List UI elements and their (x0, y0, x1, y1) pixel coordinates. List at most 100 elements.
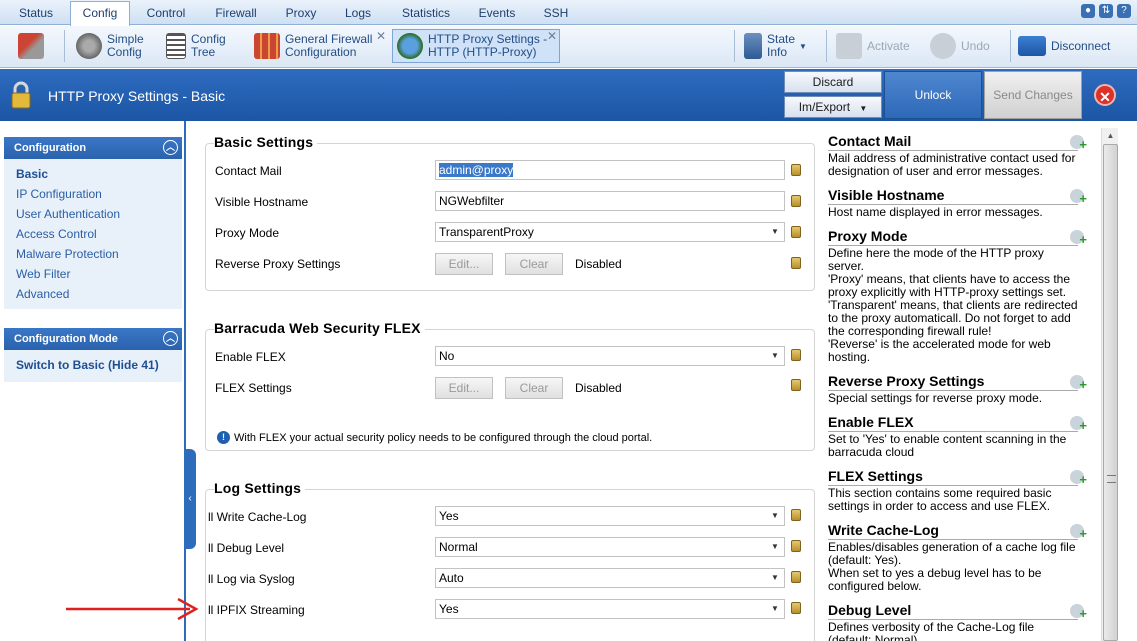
lock-icon[interactable] (791, 257, 801, 269)
flex-clear-button[interactable]: Clear (505, 377, 563, 399)
write-cache-log-label: ll Write Cache-Log (208, 510, 307, 524)
chevron-down-icon: ▼ (771, 351, 779, 360)
lock-icon[interactable] (791, 226, 801, 238)
lock-icon[interactable] (791, 164, 801, 176)
disconnect-button[interactable]: Disconnect (1018, 29, 1122, 63)
discard-button[interactable]: Discard (784, 71, 882, 93)
lock-icon[interactable] (791, 379, 801, 391)
close-tab-icon[interactable]: ✕ (376, 29, 386, 43)
close-tab-icon[interactable]: ✕ (547, 29, 557, 43)
enable-flex-label: Enable FLEX (215, 350, 286, 364)
tab-control[interactable]: Control (138, 4, 194, 24)
contact-mail-field[interactable]: admin@proxy (435, 160, 785, 180)
visible-hostname-field[interactable]: NGWebfilter (435, 191, 785, 211)
reverse-status: Disabled (575, 257, 622, 271)
im-export-button[interactable]: Im/Export ▼ (784, 96, 882, 118)
general-firewall-tab[interactable]: General Firewall Configuration (254, 29, 378, 63)
reverse-clear-button[interactable]: Clear (505, 253, 563, 275)
chevron-up-icon[interactable]: ︿ (163, 140, 178, 155)
add-icon[interactable] (1070, 604, 1087, 622)
page-title: HTTP Proxy Settings - Basic (48, 88, 226, 104)
add-icon[interactable] (1070, 375, 1087, 393)
visible-hostname-label: Visible Hostname (215, 195, 309, 209)
gear-icon (76, 33, 102, 59)
proxy-mode-label: Proxy Mode (215, 226, 280, 240)
log-via-syslog-label: ll Log via Syslog (208, 572, 295, 586)
http-proxy-tab[interactable]: HTTP Proxy Settings - HTTP (HTTP-Proxy) (392, 29, 560, 63)
tab-firewall[interactable]: Firewall (206, 4, 266, 24)
help-reverse-proxy: Reverse Proxy Settings Special settings … (828, 373, 1087, 405)
add-icon[interactable] (1070, 470, 1087, 488)
flex-edit-button[interactable]: Edit... (435, 377, 493, 399)
tools-button[interactable] (6, 29, 60, 63)
help-debug-level: Debug Level Defines verbosity of the Cac… (828, 602, 1087, 641)
add-icon[interactable] (1070, 416, 1087, 434)
sync-icon[interactable]: ⇅ (1099, 4, 1113, 18)
info-icon: ! (217, 431, 230, 444)
tab-ssh[interactable]: SSH (538, 4, 574, 24)
state-info-button[interactable]: State Info ▼ (744, 29, 818, 63)
help-write-cache-log: Write Cache-Log Enables/disables generat… (828, 522, 1087, 593)
tree-icon (166, 33, 186, 59)
chevron-down-icon: ▼ (771, 511, 779, 520)
lock-icon[interactable] (791, 602, 801, 614)
add-icon[interactable] (1070, 189, 1087, 207)
tab-events[interactable]: Events (472, 4, 522, 24)
send-changes-button[interactable]: Send Changes (984, 71, 1082, 119)
lock-icon[interactable] (791, 349, 801, 361)
activate-button[interactable]: Activate (836, 29, 918, 63)
undo-button[interactable]: Undo (930, 29, 1000, 63)
ipfix-streaming-select[interactable]: Yes ▼ (435, 599, 785, 619)
scroll-up-icon[interactable]: ▲ (1102, 128, 1119, 144)
add-icon[interactable] (1070, 135, 1087, 153)
proxy-mode-select[interactable]: TransparentProxy ▼ (435, 222, 785, 242)
sidebar-item-advanced[interactable]: Advanced (16, 284, 182, 304)
tab-logs[interactable]: Logs (336, 4, 380, 24)
chevron-down-icon: ▼ (771, 542, 779, 551)
simple-config-button[interactable]: Simple Config (76, 29, 158, 63)
sidebar-item-basic[interactable]: Basic (16, 164, 182, 184)
configuration-panel-header[interactable]: Configuration ︿ (4, 137, 182, 159)
lock-icon[interactable] (791, 509, 801, 521)
add-icon[interactable] (1070, 230, 1087, 248)
window-controls: ● ⇅ ? (1081, 4, 1131, 18)
enable-flex-select[interactable]: No ▼ (435, 346, 785, 366)
sidebar-item-access-control[interactable]: Access Control (16, 224, 182, 244)
globe-icon[interactable]: ● (1081, 4, 1095, 18)
help-flex-settings: FLEX Settings This section contains some… (828, 468, 1087, 513)
write-cache-log-select[interactable]: Yes ▼ (435, 506, 785, 526)
sidebar-item-user-authentication[interactable]: User Authentication (16, 204, 182, 224)
help-scrollbar[interactable]: ▲ (1101, 128, 1118, 641)
lock-icon[interactable] (791, 571, 801, 583)
configuration-mode-header[interactable]: Configuration Mode ︿ (4, 328, 182, 350)
tab-proxy[interactable]: Proxy (278, 4, 324, 24)
debug-level-select[interactable]: Normal ▼ (435, 537, 785, 557)
tab-status[interactable]: Status (8, 4, 64, 24)
lock-icon[interactable] (791, 195, 801, 207)
switch-mode-link[interactable]: Switch to Basic (Hide 41) (16, 355, 182, 375)
sidebar-item-malware-protection[interactable]: Malware Protection (16, 244, 182, 264)
unlock-button[interactable]: Unlock (884, 71, 982, 119)
basic-settings-title: Basic Settings (214, 134, 318, 150)
sidebar: Configuration ︿ Basic IP Configuration U… (0, 121, 186, 641)
reverse-edit-button[interactable]: Edit... (435, 253, 493, 275)
lock-icon[interactable] (791, 540, 801, 552)
add-icon[interactable] (1070, 524, 1087, 542)
scroll-thumb[interactable] (1103, 144, 1118, 641)
ipfix-streaming-label: ll IPFIX Streaming (208, 603, 305, 617)
reverse-proxy-label: Reverse Proxy Settings (215, 257, 341, 271)
sidebar-item-web-filter[interactable]: Web Filter (16, 264, 182, 284)
configuration-mode-panel: Configuration Mode ︿ Switch to Basic (Hi… (4, 328, 182, 382)
activate-icon (836, 33, 862, 59)
tab-statistics[interactable]: Statistics (396, 4, 456, 24)
help-icon[interactable]: ? (1117, 4, 1131, 18)
chevron-up-icon[interactable]: ︿ (163, 331, 178, 346)
sidebar-item-ip-configuration[interactable]: IP Configuration (16, 184, 182, 204)
config-tree-button[interactable]: Config Tree (166, 29, 238, 63)
debug-level-label: ll Debug Level (208, 541, 285, 555)
close-icon[interactable]: ✕ (1094, 84, 1116, 106)
help-contact-mail: Contact Mail Mail address of administrat… (828, 133, 1087, 178)
collapse-sidebar-handle[interactable]: ‹ (184, 449, 196, 549)
log-via-syslog-select[interactable]: Auto ▼ (435, 568, 785, 588)
tab-config[interactable]: Config (70, 1, 130, 26)
